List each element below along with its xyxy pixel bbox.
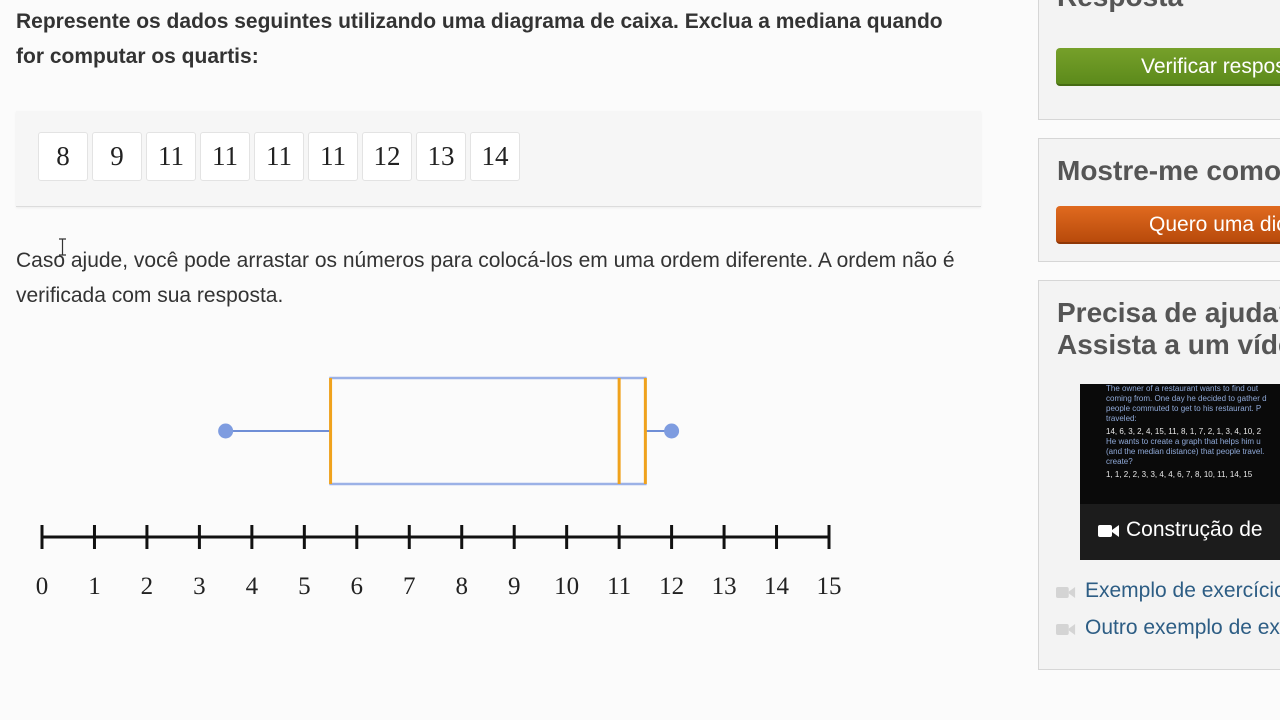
axis-tick-label: 2 <box>141 573 154 600</box>
video-camera-icon <box>1098 525 1119 537</box>
number-tile[interactable]: 11 <box>254 132 304 181</box>
number-tile[interactable]: 8 <box>38 132 88 181</box>
axis-tick-label: 4 <box>246 573 259 600</box>
axis-tick-label: 7 <box>403 573 416 600</box>
min-handle[interactable] <box>218 423 234 439</box>
axis-tick-label: 12 <box>659 573 684 600</box>
axis-tick-label: 6 <box>351 573 364 600</box>
number-tile[interactable]: 14 <box>470 132 520 181</box>
video-camera-icon <box>1056 587 1076 598</box>
number-tile[interactable]: 9 <box>92 132 142 181</box>
number-tile[interactable]: 11 <box>146 132 196 181</box>
box-plot <box>218 376 680 486</box>
sortable-number-tiles: 8 9 11 11 11 11 12 13 14 <box>38 132 520 181</box>
video-text-line: He wants to create a graph that helps hi… <box>1106 437 1261 446</box>
axis-tick-label: 10 <box>554 573 579 600</box>
example-exercise-link[interactable]: Exemplo de exercício <box>1085 579 1280 603</box>
text-cursor-icon <box>59 238 66 256</box>
check-answer-button[interactable]: Verificar resposta <box>1056 48 1280 86</box>
answer-panel: Resposta Verificar resposta <box>1038 0 1280 120</box>
video-text-line: The owner of a restaurant wants to find … <box>1106 384 1259 393</box>
number-tiles-area: 8 9 11 11 11 11 12 13 14 <box>16 111 981 207</box>
axis-tick-label: 5 <box>298 573 311 600</box>
video-preview-text: The owner of a restaurant wants to find … <box>1106 384 1280 480</box>
drag-hint-text: Caso ajude, você pode arrastar os número… <box>16 249 955 307</box>
show-me-title: Mostre-me como <box>1057 155 1280 186</box>
video-text-line: (and the median distance) that people tr… <box>1106 447 1265 456</box>
video-text-line: create? <box>1106 457 1133 466</box>
number-tile[interactable]: 11 <box>308 132 358 181</box>
video-caption: Construção de <box>1126 518 1263 541</box>
video-text-line: 1, 1, 2, 2, 3, 3, 4, 4, 6, 7, 8, 10, 11,… <box>1106 470 1253 479</box>
hint-button[interactable]: Quero uma dica <box>1056 206 1280 244</box>
video-text-line: coming from. One day he decided to gathe… <box>1106 394 1267 403</box>
axis-tick-label: 8 <box>455 573 468 600</box>
number-tile[interactable]: 11 <box>200 132 250 181</box>
number-tile[interactable]: 13 <box>416 132 466 181</box>
number-tile[interactable]: 12 <box>362 132 412 181</box>
axis-tick-label: 0 <box>36 573 49 600</box>
axis-tick-label: 14 <box>764 573 790 600</box>
video-thumbnail[interactable]: The owner of a restaurant wants to find … <box>1080 384 1280 560</box>
axis-tick-label: 1 <box>88 573 101 600</box>
box-plot-editor[interactable]: 0 1 2 3 4 5 6 7 8 9 10 11 12 13 14 15 <box>0 330 880 610</box>
help-title-2: Assista a um vídeo <box>1057 329 1280 360</box>
question-prompt: Represente os dados seguintes utilizando… <box>16 10 943 68</box>
another-example-link[interactable]: Outro exemplo de exercício <box>1085 616 1280 640</box>
axis-tick-label: 13 <box>712 573 737 600</box>
number-line: 0 1 2 3 4 5 6 7 8 9 10 11 12 13 14 15 <box>36 525 842 600</box>
video-caption-bar: Construção de <box>1080 504 1280 560</box>
help-title-1: Precisa de ajuda? <box>1057 297 1280 328</box>
box-rectangle <box>329 376 647 486</box>
video-camera-icon <box>1056 624 1076 635</box>
video-text-line: traveled: <box>1106 414 1137 423</box>
axis-tick-label: 11 <box>607 573 631 600</box>
answer-title: Resposta <box>1057 0 1183 13</box>
video-text-line: 14, 6, 3, 2, 4, 15, 11, 8, 1, 7, 2, 1, 3… <box>1106 427 1262 436</box>
axis-tick-label: 3 <box>193 573 206 600</box>
max-handle[interactable] <box>664 423 680 439</box>
show-me-panel: Mostre-me como Quero uma dica <box>1038 138 1280 262</box>
video-text-line: people commuted to get to his restaurant… <box>1106 404 1262 413</box>
axis-tick-label: 9 <box>508 573 521 600</box>
axis-tick-label: 15 <box>817 573 842 600</box>
